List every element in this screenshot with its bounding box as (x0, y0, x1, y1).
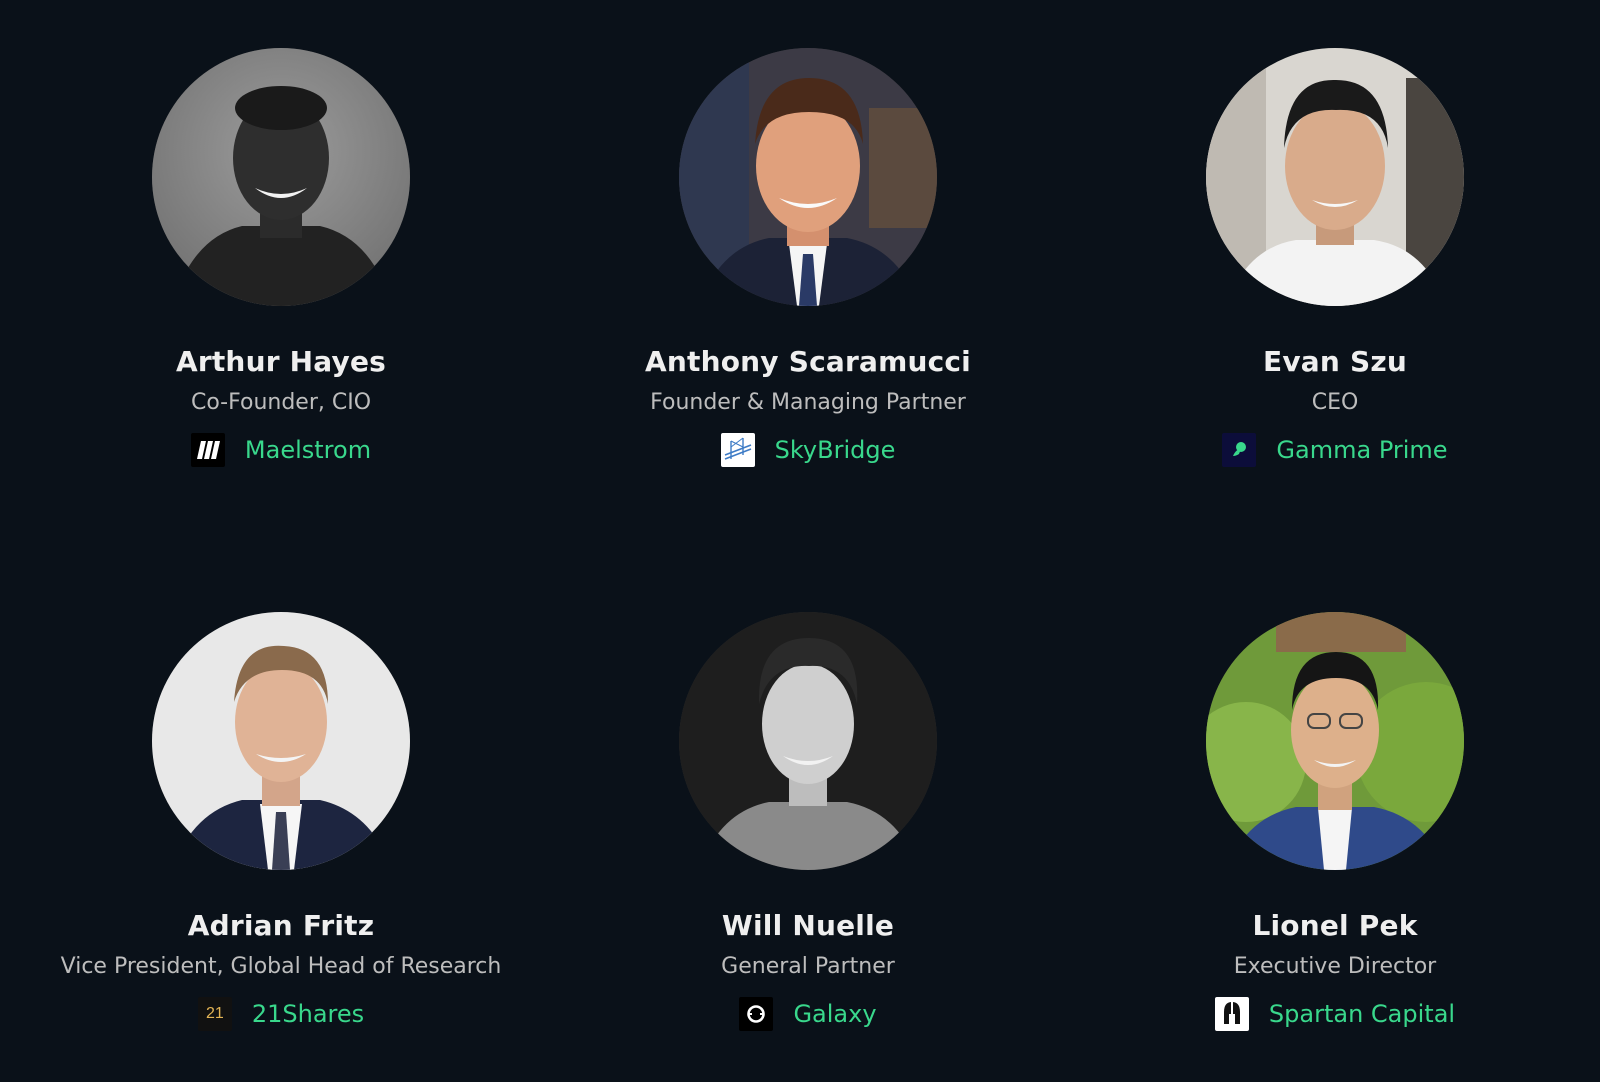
speaker-avatar (152, 612, 410, 870)
maelstrom-logo-icon (190, 433, 225, 467)
skybridge-logo-icon (720, 433, 755, 467)
speaker-card[interactable]: Arthur Hayes Co-Founder, CIO Maelstrom (21, 48, 541, 468)
21shares-logo-icon: 21 (197, 997, 232, 1031)
speaker-photo (679, 48, 937, 306)
speaker-company[interactable]: Spartan Capital (1075, 996, 1595, 1032)
speaker-card[interactable]: Anthony Scaramucci Founder & Managing Pa… (548, 48, 1068, 468)
speaker-name: Arthur Hayes (175, 345, 387, 378)
speaker-name: Will Nuelle (721, 909, 895, 942)
speaker-title: Co-Founder, CIO (190, 390, 372, 415)
speaker-avatar (152, 48, 410, 306)
speaker-card[interactable]: Will Nuelle General Partner Galaxy (548, 612, 1068, 1032)
speaker-name: Adrian Fritz (187, 909, 375, 942)
speaker-avatar (679, 612, 937, 870)
speaker-title: General Partner (721, 954, 895, 979)
company-name: Gamma Prime (1276, 436, 1448, 464)
speaker-company[interactable]: Galaxy (548, 996, 1068, 1032)
company-name: 21Shares (251, 1000, 365, 1028)
speaker-photo (679, 612, 937, 870)
company-name: Galaxy (793, 1000, 877, 1028)
speaker-company[interactable]: 21 21Shares (21, 996, 541, 1032)
speakers-grid: Arthur Hayes Co-Founder, CIO Maelstrom A… (0, 0, 1600, 1082)
speaker-card[interactable]: Lionel Pek Executive Director Spartan Ca… (1075, 612, 1595, 1032)
galaxy-logo-icon (739, 997, 774, 1031)
speaker-title: Executive Director (1233, 954, 1437, 979)
speaker-avatar (1206, 612, 1464, 870)
speaker-photo (1206, 48, 1464, 306)
speaker-card[interactable]: Evan Szu CEO Gamma Prime (1075, 48, 1595, 468)
speaker-title: Vice President, Global Head of Research (60, 954, 502, 979)
21shares-logo-text: 21 (205, 1005, 224, 1022)
speaker-title: CEO (1311, 390, 1359, 415)
speaker-company[interactable]: Gamma Prime (1075, 432, 1595, 468)
speaker-name: Anthony Scaramucci (645, 345, 971, 378)
speaker-company[interactable]: Maelstrom (21, 432, 541, 468)
speaker-name: Lionel Pek (1252, 909, 1418, 942)
speaker-photo (152, 48, 410, 306)
spartan-capital-logo-icon (1214, 997, 1249, 1031)
company-name: SkyBridge (774, 436, 896, 464)
speaker-card[interactable]: Adrian Fritz Vice President, Global Head… (21, 612, 541, 1032)
speaker-photo (152, 612, 410, 870)
speaker-title: Founder & Managing Partner (650, 390, 966, 415)
speaker-photo (1206, 612, 1464, 870)
gamma-prime-logo-icon (1222, 433, 1257, 467)
company-name: Maelstrom (244, 436, 372, 464)
speaker-avatar (1206, 48, 1464, 306)
speaker-avatar (679, 48, 937, 306)
company-name: Spartan Capital (1268, 1000, 1456, 1028)
speaker-name: Evan Szu (1263, 345, 1407, 378)
speaker-company[interactable]: SkyBridge (548, 432, 1068, 468)
